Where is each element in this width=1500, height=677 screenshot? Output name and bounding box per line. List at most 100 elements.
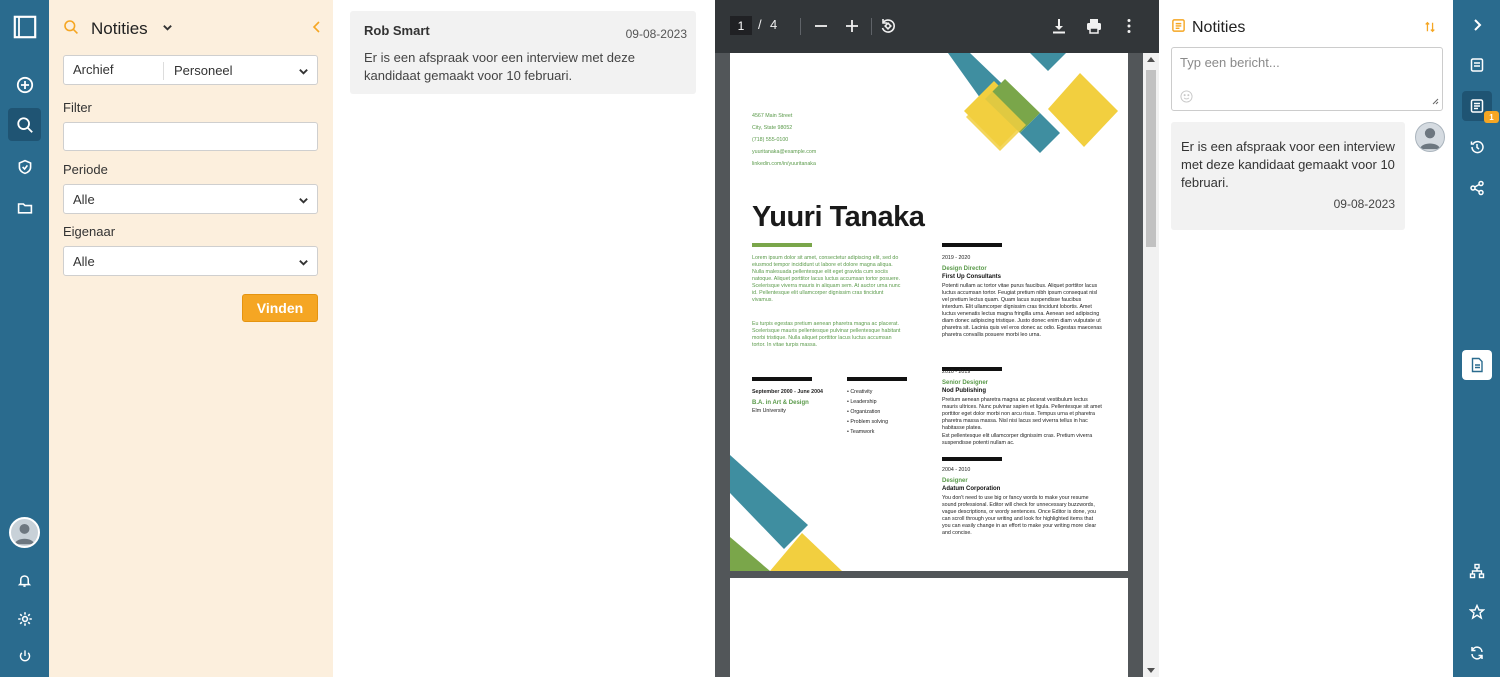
owner-label: Eigenaar: [63, 224, 116, 239]
power-icon[interactable]: [8, 639, 41, 672]
job-dates: 2010 - 2019: [942, 369, 971, 375]
skill-item: • Leadership: [847, 399, 877, 405]
message-input[interactable]: Typ een bericht...: [1171, 47, 1443, 111]
resume-accent-bar: [942, 243, 1002, 247]
resize-handle-icon[interactable]: [1431, 93, 1439, 108]
message-date: 09-08-2023: [1333, 197, 1395, 211]
scroll-up-icon[interactable]: [1147, 57, 1155, 62]
print-icon[interactable]: [1083, 15, 1105, 37]
filter-panel-header: Notities: [63, 16, 323, 42]
archive-select[interactable]: Archief Personeel: [63, 55, 318, 85]
notes-icon[interactable]: 1: [1462, 91, 1499, 123]
messages-panel: Notities Typ een bericht... Er is een af…: [1159, 0, 1453, 677]
sort-icon[interactable]: [1424, 20, 1436, 39]
star-icon[interactable]: [1462, 597, 1492, 627]
search-icon[interactable]: [8, 108, 41, 141]
chevron-down-icon[interactable]: [162, 20, 173, 38]
search-icon: [63, 19, 79, 40]
scrollbar-thumb[interactable]: [1146, 70, 1156, 247]
page-number-input[interactable]: 1: [730, 16, 752, 35]
skill-item: • Problem solving: [847, 419, 889, 425]
toolbar-divider: [871, 18, 872, 35]
rotate-icon[interactable]: [877, 15, 899, 37]
resume-name: Yuuri Tanaka: [752, 201, 925, 233]
period-select[interactable]: Alle: [63, 184, 318, 214]
download-icon[interactable]: [1048, 15, 1070, 37]
document-list-icon[interactable]: [1462, 50, 1492, 80]
filter-input[interactable]: [63, 122, 318, 151]
job-title: Senior Designer: [942, 380, 989, 386]
right-navigation-rail: 1: [1453, 0, 1500, 677]
more-options-icon[interactable]: [1118, 15, 1140, 37]
toolbar-divider: [800, 18, 801, 35]
message-input-placeholder: Typ een bericht...: [1180, 55, 1280, 70]
note-icon: [1171, 18, 1186, 38]
note-date: 09-08-2023: [625, 27, 687, 41]
resume-accent-bar: [847, 377, 907, 381]
share-icon[interactable]: [1462, 173, 1492, 203]
chevron-down-icon: [298, 194, 309, 209]
filter-panel: Notities Archief Personeel Filter Period…: [49, 0, 333, 677]
left-navigation-rail: [0, 0, 49, 677]
resume-address-line: linkedin.com/in/yuuritanaka: [752, 161, 816, 167]
message-text: Er is een afspraak voor een interview me…: [1181, 139, 1395, 190]
archive-selected-value: Personeel: [174, 62, 233, 78]
resume-address-line: 4567 Main Street: [752, 113, 793, 119]
zoom-in-icon[interactable]: [841, 15, 863, 37]
bell-icon[interactable]: [8, 564, 41, 597]
messages-header: Notities: [1171, 18, 1245, 38]
pdf-page-2: [730, 578, 1128, 677]
gear-icon[interactable]: [8, 602, 41, 635]
job-description: Est pellentesque elit ullamcorper dignis…: [942, 433, 1093, 446]
job-company: First Up Consultants: [942, 274, 1002, 280]
notes-badge: 1: [1484, 111, 1499, 123]
resume-intro: Lorem ipsum dolor sit amet, consectetur …: [752, 255, 901, 303]
history-icon[interactable]: [1462, 132, 1492, 162]
education-school: Elm University: [752, 408, 786, 414]
emoji-icon[interactable]: [1180, 90, 1193, 106]
messages-title: Notities: [1192, 19, 1246, 36]
period-label: Periode: [63, 162, 108, 177]
resume-accent-bar: [942, 457, 1002, 461]
page-separator: /: [758, 17, 762, 32]
pdf-scrollbar[interactable]: [1143, 53, 1159, 677]
collapse-panel-icon[interactable]: [311, 20, 323, 39]
message-item: Er is een afspraak voor een interview me…: [1171, 122, 1405, 230]
scroll-down-icon[interactable]: [1147, 668, 1155, 673]
education-dates: September 2000 - June 2004: [752, 389, 823, 395]
resume-intro: Eu turpis egestas pretium aenean pharetr…: [752, 321, 901, 348]
job-company: Nod Publishing: [942, 388, 986, 394]
owner-select[interactable]: Alle: [63, 246, 318, 276]
resume-address-line: yuuritanaka@example.com: [752, 149, 817, 155]
folder-icon[interactable]: [8, 191, 41, 224]
list-item[interactable]: Rob Smart 09-08-2023 Er is een afspraak …: [350, 11, 696, 94]
user-avatar[interactable]: [9, 517, 40, 548]
find-button[interactable]: Vinden: [242, 294, 318, 322]
skill-item: • Organization: [847, 409, 881, 415]
document-preview-icon[interactable]: [1462, 350, 1492, 380]
org-chart-icon[interactable]: [1462, 556, 1492, 586]
pdf-viewer: 1 / 4 4567 Main Street City, State 98052…: [715, 0, 1159, 677]
app-logo-icon[interactable]: [8, 10, 41, 43]
filter-label: Filter: [63, 100, 92, 115]
pdf-toolbar: 1 / 4: [715, 0, 1159, 53]
job-description: You don't need to use big or fancy words…: [942, 495, 1097, 536]
page-total: 4: [770, 17, 778, 32]
resume-address-line: (718) 555-0100: [752, 137, 789, 143]
pdf-page-1: 4567 Main Street City, State 98052 (718)…: [730, 53, 1128, 571]
chevron-right-icon[interactable]: [1462, 10, 1492, 40]
resume-accent-bar: [752, 377, 812, 381]
job-description: Pretium aenean pharetra magna ac placera…: [942, 397, 1102, 431]
shield-icon[interactable]: [8, 150, 41, 183]
filter-panel-title: Notities: [91, 19, 148, 38]
period-selected-value: Alle: [73, 191, 95, 207]
job-title: Designer: [942, 478, 968, 484]
job-dates: 2004 - 2010: [942, 467, 971, 473]
zoom-out-icon[interactable]: [810, 15, 832, 37]
notes-list: Rob Smart 09-08-2023 Er is een afspraak …: [333, 0, 715, 677]
chevron-down-icon: [298, 65, 309, 80]
add-icon[interactable]: [8, 68, 41, 101]
select-divider: [163, 62, 164, 80]
refresh-icon[interactable]: [1462, 638, 1492, 668]
job-dates: 2019 - 2020: [942, 255, 971, 261]
